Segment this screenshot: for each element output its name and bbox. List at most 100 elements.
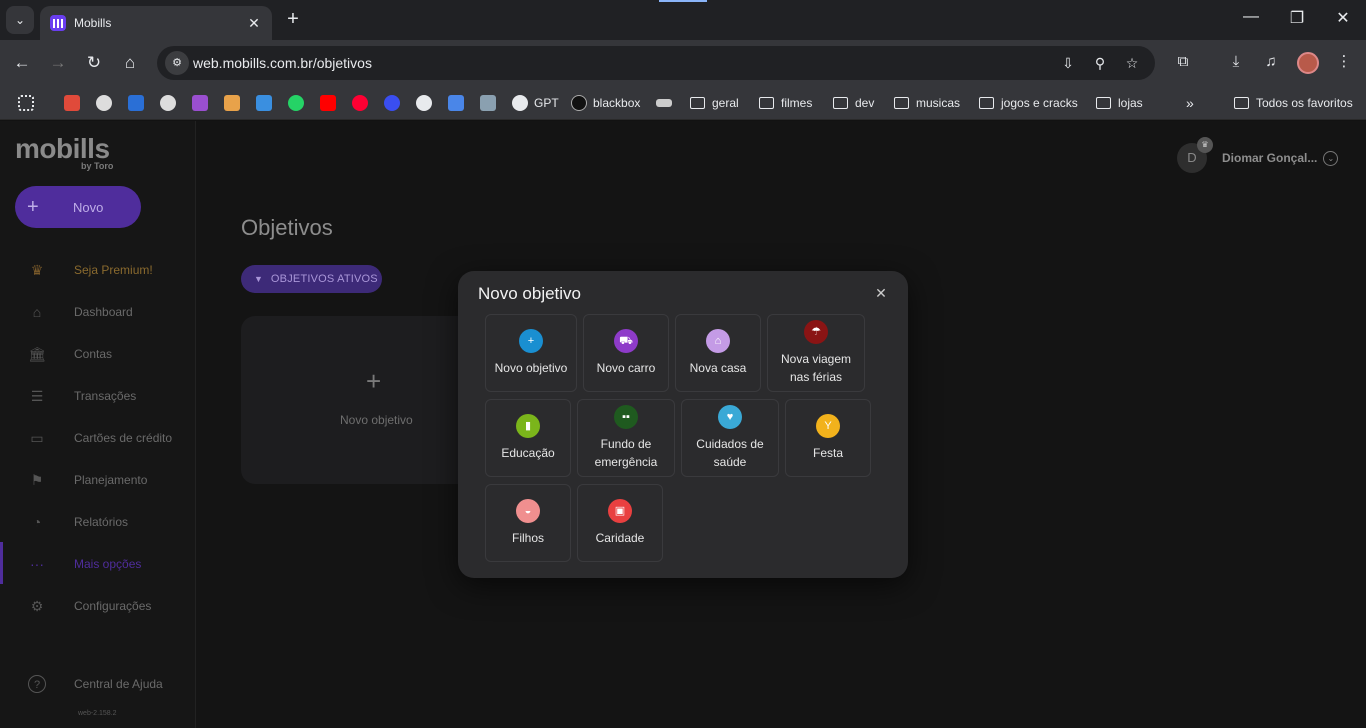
apps-icon[interactable]	[18, 93, 40, 113]
goal-option-caridade[interactable]: ▣ Caridade	[577, 484, 663, 562]
github-icon[interactable]	[416, 93, 438, 113]
sidebar-item-mais-opcoes[interactable]: ··· Mais opções	[0, 549, 196, 579]
goal-option-nova-viagem[interactable]: ☂ Nova viagem nas férias	[767, 314, 865, 392]
new-goal-modal: Novo objetivo ✕ + Novo objetivo ⛟ Novo c…	[458, 271, 908, 578]
folder-icon	[833, 97, 848, 109]
openai-icon	[512, 95, 528, 111]
bookmark-star-icon[interactable]: ☆	[1123, 54, 1141, 72]
bookmark-all-favorites[interactable]: Todos os favoritos	[1234, 93, 1353, 113]
whatsapp-icon[interactable]	[288, 93, 310, 113]
user-menu[interactable]: D ♛ Diomar Gonçal... ⌄	[1177, 137, 1339, 173]
new-button-label: Novo	[73, 199, 104, 215]
minimize-button[interactable]: —	[1236, 8, 1266, 26]
bookmark-folder-dev[interactable]: dev	[833, 93, 874, 113]
downloads-icon[interactable]: ⤓	[1226, 52, 1246, 72]
bookmark-folder-musicas[interactable]: musicas	[894, 93, 960, 113]
mobills-favicon-icon	[50, 15, 66, 31]
extensions-icon[interactable]: ⧉	[1173, 52, 1193, 72]
bookmark-folder-geral[interactable]: geral	[690, 93, 739, 113]
browser-tab[interactable]: Mobills ✕	[40, 6, 272, 40]
sidebar-item-cartoes[interactable]: ▭ Cartões de crédito	[0, 423, 196, 453]
sidebar: mobills by Toro + Novo ♛ Seja Premium! ⌂…	[0, 121, 196, 728]
bookmark-folder-filmes[interactable]: filmes	[759, 93, 812, 113]
flag-icon: ⚑	[30, 472, 44, 488]
bookmark-site-icon[interactable]	[192, 93, 214, 113]
bank-icon: 🏛	[28, 346, 46, 362]
new-goal-card[interactable]: + Novo objetivo	[241, 316, 481, 484]
bookmark-site-icon[interactable]	[224, 93, 246, 113]
zoom-icon[interactable]: ⚲	[1091, 54, 1109, 72]
bookmark-folder-lojas[interactable]: lojas	[1096, 93, 1143, 113]
globe-icon[interactable]	[160, 93, 182, 113]
beach-icon: ☂	[804, 320, 828, 344]
youtube-music-icon[interactable]	[352, 93, 374, 113]
install-app-icon[interactable]: ⇩	[1059, 54, 1077, 72]
home-button[interactable]: ⌂	[117, 50, 143, 76]
browser-toolbar: ← → ↻ ⌂ ⚙ web.mobills.com.br/objetivos ⇩…	[0, 40, 1366, 86]
folder-icon	[979, 97, 994, 109]
stroller-icon: ◒	[516, 499, 540, 523]
reload-button[interactable]: ↻	[81, 50, 107, 76]
sidebar-item-contas[interactable]: 🏛 Contas	[0, 339, 196, 369]
goal-option-fundo-emergencia[interactable]: ▪▪ Fundo de emergência	[577, 399, 675, 477]
new-button[interactable]: + Novo	[15, 186, 141, 228]
goal-option-educacao[interactable]: ▮ Educação	[485, 399, 571, 477]
menu-icon[interactable]: ⋮	[1334, 52, 1354, 72]
sidebar-item-dashboard[interactable]: ⌂ Dashboard	[0, 297, 196, 327]
cocktail-icon: Y	[816, 414, 840, 438]
media-control-icon[interactable]: ♫	[1261, 52, 1281, 72]
close-icon[interactable]: ✕	[872, 284, 890, 302]
sidebar-item-planejamento[interactable]: ⚑ Planejamento	[0, 465, 196, 495]
folder-icon	[759, 97, 774, 109]
gear-icon: ⚙	[30, 598, 44, 614]
goal-option-cuidados-saude[interactable]: ♥ Cuidados de saúde	[681, 399, 779, 477]
bookmark-site-icon[interactable]	[256, 93, 278, 113]
close-window-button[interactable]: ✕	[1328, 8, 1358, 28]
tab-indicator	[659, 0, 707, 2]
sidebar-item-configuracoes[interactable]: ⚙ Configurações	[0, 591, 196, 621]
youtube-icon[interactable]	[320, 93, 342, 113]
home-icon: ⌂	[32, 304, 42, 320]
site-info-icon[interactable]: ⚙	[165, 51, 189, 75]
goal-option-festa[interactable]: Y Festa	[785, 399, 871, 477]
tab-search-button[interactable]: ⌄	[6, 6, 34, 34]
plus-icon: +	[366, 366, 382, 396]
wallet-icon: ▭	[30, 430, 44, 446]
goal-option-filhos[interactable]: ◒ Filhos	[485, 484, 571, 562]
goal-option-nova-casa[interactable]: ⌂ Nova casa	[675, 314, 761, 392]
globe-icon[interactable]	[96, 93, 118, 113]
logo-subtitle: by Toro	[81, 161, 114, 171]
help-icon: ?	[28, 675, 46, 693]
forward-button[interactable]: →	[45, 50, 71, 76]
gmail-icon[interactable]	[64, 93, 86, 113]
new-tab-button[interactable]: +	[282, 8, 304, 30]
avatar[interactable]: D ♛	[1177, 137, 1213, 173]
more-bookmarks-icon[interactable]: »	[1186, 93, 1194, 113]
sidebar-item-ajuda[interactable]: ? Central de Ajuda	[0, 669, 196, 699]
chevron-down-icon[interactable]: ⌄	[1323, 150, 1339, 166]
folder-icon	[894, 97, 909, 109]
goal-option-novo-carro[interactable]: ⛟ Novo carro	[583, 314, 669, 392]
sidebar-item-premium[interactable]: ♛ Seja Premium!	[0, 255, 196, 285]
address-bar[interactable]: ⚙ web.mobills.com.br/objetivos ⇩ ⚲ ☆	[157, 46, 1155, 80]
bookmark-gpt[interactable]: GPT	[512, 93, 559, 113]
bookmarks-bar: GPT blackbox geral filmes dev musicas jo…	[0, 86, 1366, 120]
bookmark-folder-jogos[interactable]: jogos e cracks	[979, 93, 1078, 113]
pie-icon: ◔	[32, 514, 42, 530]
restore-button[interactable]: ❐	[1282, 8, 1312, 28]
google-translate-icon[interactable]	[448, 93, 470, 113]
bookmark-site-icon[interactable]	[384, 93, 406, 113]
profile-avatar[interactable]	[1297, 52, 1319, 74]
browser-tabstrip: ⌄ Mobills ✕ + — ❐ ✕	[0, 0, 1366, 40]
bookmark-blackbox[interactable]: blackbox	[571, 93, 640, 113]
amazon-icon[interactable]	[656, 93, 678, 113]
tab-close-icon[interactable]: ✕	[246, 15, 262, 32]
back-button[interactable]: ←	[9, 50, 35, 76]
bookmark-site-icon[interactable]	[128, 93, 150, 113]
bookmark-site-icon[interactable]	[480, 93, 502, 113]
active-goals-filter[interactable]: ▼ OBJETIVOS ATIVOS	[241, 265, 382, 293]
sidebar-item-relatorios[interactable]: ◔ Relatórios	[0, 507, 196, 537]
goal-option-novo-objetivo[interactable]: + Novo objetivo	[485, 314, 577, 392]
money-icon: ▪▪	[614, 405, 638, 429]
sidebar-item-transacoes[interactable]: ☰ Transações	[0, 381, 196, 411]
